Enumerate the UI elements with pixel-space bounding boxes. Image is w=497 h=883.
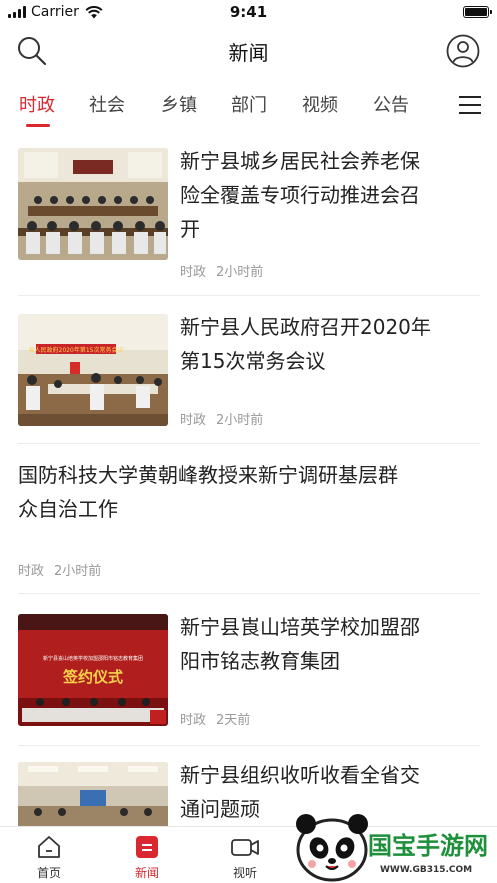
category-tabs: 时政 社会 乡镇 部门 视频 公告 bbox=[0, 82, 497, 128]
profile-icon[interactable] bbox=[446, 34, 480, 68]
news-time: 2小时前 bbox=[216, 413, 264, 428]
news-category: 时政 bbox=[18, 564, 45, 579]
photo-banner-text: 县人民政府2020年第15次常务会议 bbox=[29, 346, 124, 354]
news-title: 新宁县人民政府召开2020年 第15次常务会议 bbox=[180, 310, 480, 378]
news-item[interactable]: 县人民政府2020年第15次常务会议 新宁县人民政府召开2020年 第15次常务… bbox=[18, 296, 480, 444]
news-category: 时政 bbox=[180, 413, 207, 428]
tabbar-home[interactable]: 首页 bbox=[19, 835, 79, 881]
news-meta: 时政 2小时前 bbox=[180, 409, 263, 428]
news-title: 新宁县崀山培英学校加盟邵 阳市铭志教育集团 bbox=[180, 610, 480, 678]
news-title-line: 险全覆盖专项行动推进会召 bbox=[180, 183, 420, 207]
watermark-brand: 国宝手游网 bbox=[368, 832, 488, 860]
news-category: 时政 bbox=[180, 713, 207, 728]
news-icon bbox=[136, 836, 158, 858]
news-title-line: 众自治工作 bbox=[18, 497, 118, 521]
tab-shizheng[interactable]: 时政 bbox=[19, 91, 55, 117]
news-item[interactable]: 新宁县城乡居民社会养老保 险全覆盖专项行动推进会召 开 时政 2小时前 bbox=[18, 134, 480, 296]
tabbar-video[interactable]: 视听 bbox=[215, 835, 275, 881]
tabbar-label: 新闻 bbox=[134, 866, 159, 880]
news-time: 2天前 bbox=[216, 713, 251, 728]
menu-icon[interactable] bbox=[459, 96, 481, 114]
battery-icon bbox=[463, 6, 492, 18]
news-title-line: 国防科技大学黄朝峰教授来新宁调研基层群 bbox=[18, 463, 398, 487]
news-thumbnail: 县人民政府2020年第15次常务会议 bbox=[18, 314, 168, 426]
status-time: 9:41 bbox=[229, 3, 268, 21]
news-category: 时政 bbox=[180, 265, 207, 280]
tabbar-news[interactable]: 新闻 bbox=[117, 835, 177, 881]
news-thumbnail: 新宁县崀山培英学校加盟邵阳市铭志教育集团 签约仪式 bbox=[18, 614, 168, 726]
watermark-logo: 国宝手游网 WWW.GB315.COM bbox=[292, 808, 497, 883]
watermark-url: WWW.GB315.COM bbox=[380, 865, 472, 875]
tab-shehui[interactable]: 社会 bbox=[89, 91, 125, 117]
news-meta: 时政 2小时前 bbox=[180, 261, 263, 280]
news-title-line: 开 bbox=[180, 217, 200, 241]
home-icon bbox=[38, 836, 60, 858]
news-title-line: 新宁县组织收听收看全省交 bbox=[180, 763, 420, 787]
news-meta: 时政 2小时前 bbox=[18, 560, 101, 579]
news-thumbnail bbox=[18, 762, 168, 826]
news-title-line: 阳市铭志教育集团 bbox=[180, 649, 340, 673]
news-title-line: 新宁县人民政府召开2020年 bbox=[180, 315, 431, 339]
news-title: 新宁县城乡居民社会养老保 险全覆盖专项行动推进会召 开 bbox=[180, 144, 480, 246]
tabbar-label: 首页 bbox=[36, 866, 61, 880]
active-tab-indicator bbox=[26, 124, 50, 127]
tab-shipin[interactable]: 视频 bbox=[302, 91, 338, 117]
status-bar: Carrier 9:41 bbox=[0, 0, 497, 26]
news-meta: 时政 2天前 bbox=[180, 709, 250, 728]
news-item[interactable]: 国防科技大学黄朝峰教授来新宁调研基层群 众自治工作 时政 2小时前 bbox=[18, 444, 480, 594]
news-item[interactable]: 新宁县崀山培英学校加盟邵阳市铭志教育集团 签约仪式 新宁县崀山培英学校加盟邵 阳… bbox=[18, 594, 480, 746]
page-title: 新闻 bbox=[228, 41, 269, 65]
video-icon bbox=[231, 839, 259, 856]
tab-bumen[interactable]: 部门 bbox=[231, 91, 267, 117]
app-header: 新闻 bbox=[0, 26, 497, 78]
news-title: 国防科技大学黄朝峰教授来新宁调研基层群 众自治工作 bbox=[18, 458, 480, 526]
news-title-line: 新宁县城乡居民社会养老保 bbox=[180, 149, 420, 173]
news-time: 2小时前 bbox=[54, 564, 102, 579]
tabbar-label: 视听 bbox=[232, 866, 257, 880]
news-time: 2小时前 bbox=[216, 265, 264, 280]
tab-gonggao[interactable]: 公告 bbox=[373, 91, 409, 117]
news-title-line: 第15次常务会议 bbox=[180, 349, 326, 373]
news-thumbnail bbox=[18, 148, 168, 260]
photo-sign-text: 签约仪式 bbox=[62, 668, 123, 686]
photo-banner-text: 新宁县崀山培英学校加盟邵阳市铭志教育集团 bbox=[43, 655, 143, 662]
tab-xiangzhen[interactable]: 乡镇 bbox=[161, 91, 197, 117]
news-title-line: 新宁县崀山培英学校加盟邵 bbox=[180, 615, 420, 639]
